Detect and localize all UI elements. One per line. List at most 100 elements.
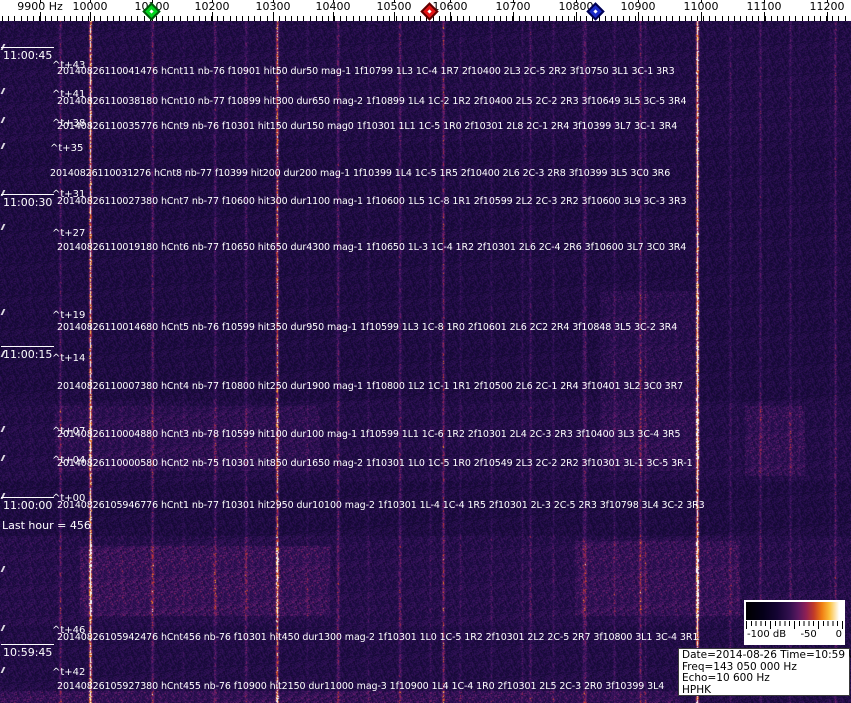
freq-major-tick [576,12,577,21]
freq-minor-tick [327,16,329,21]
freq-minor-tick [284,16,286,21]
freq-minor-tick [721,16,723,21]
freq-top-tick [513,0,514,3]
freq-minor-tick [653,16,655,21]
freq-minor-tick [795,16,797,21]
freq-minor-tick [549,16,551,21]
freq-minor-tick [358,16,360,21]
db-mid-label: -50 [800,629,817,640]
freq-minor-tick [807,16,809,21]
freq-minor-tick [518,16,520,21]
freq-minor-tick [407,16,409,21]
freq-minor-tick [88,16,90,21]
freq-top-tick [638,0,639,3]
freq-minor-tick [420,16,422,21]
freq-minor-tick [383,16,385,21]
freq-minor-tick [291,16,293,21]
db-color-scale-legend: -100 dB -50 0 [744,600,845,645]
freq-minor-tick [672,16,674,21]
marker-center-dot [593,9,598,14]
freq-minor-tick [690,16,692,21]
db-gradient-bar [746,602,843,620]
freq-minor-tick [371,16,372,21]
freq-minor-tick [223,16,225,21]
freq-minor-tick [524,16,526,21]
freq-major-tick [827,12,828,21]
freq-minor-tick [776,16,778,21]
freq-minor-tick [137,16,139,21]
info-date-time: Date=2014-08-26 Time=10:59 UTC [682,649,851,661]
freq-minor-tick [155,16,157,21]
freq-minor-tick [414,16,415,21]
freq-minor-tick [819,16,821,21]
freq-minor-tick [463,16,465,21]
freq-minor-tick [457,16,459,21]
freq-minor-tick [20,16,22,21]
freq-minor-tick [696,16,698,21]
freq-minor-tick [617,16,618,21]
freq-minor-tick [229,16,231,21]
freq-minor-tick [198,16,200,21]
freq-major-tick [394,12,395,21]
db-scale-labels: -100 dB -50 0 [745,629,844,643]
freq-minor-tick [537,16,538,21]
freq-top-tick [827,0,828,3]
freq-minor-tick [14,16,16,21]
freq-major-tick [764,12,765,21]
freq-minor-tick [174,16,176,21]
freq-minor-tick [75,16,77,21]
freq-minor-tick [112,16,114,21]
freq-minor-tick [740,16,741,21]
freq-minor-tick [205,16,206,21]
freq-minor-tick [783,16,784,21]
info-station: HPHK [682,683,712,696]
freq-minor-tick [340,16,342,21]
freq-top-tick [450,0,451,3]
freq-minor-tick [647,16,649,21]
freq-minor-tick [610,16,612,21]
freq-minor-tick [377,16,379,21]
freq-minor-tick [352,16,354,21]
freq-minor-tick [666,16,668,21]
freq-minor-tick [487,16,489,21]
freq-major-tick [701,12,702,21]
freq-minor-tick [684,16,686,21]
freq-minor-tick [832,16,834,21]
freq-minor-tick [2,16,3,21]
status-info-box: Date=2014-08-26 Time=10:59 UTC Freq=143 … [678,648,851,696]
freq-minor-tick [789,16,791,21]
freq-minor-tick [303,16,305,21]
freq-minor-tick [278,16,280,21]
freq-minor-tick [678,16,680,21]
freq-minor-tick [770,16,772,21]
freq-major-tick [212,12,213,21]
freq-major-tick [450,12,451,21]
freq-minor-tick [131,16,133,21]
marker-center-dot [149,9,154,14]
freq-minor-tick [733,16,735,21]
freq-minor-tick [586,16,588,21]
freq-minor-tick [161,16,163,21]
freq-minor-tick [235,16,237,21]
freq-minor-tick [604,16,606,21]
freq-major-tick [333,12,334,21]
freq-minor-tick [260,16,262,21]
freq-minor-tick [543,16,545,21]
freq-minor-tick [709,16,711,21]
freq-minor-tick [629,16,631,21]
freq-minor-tick [469,16,471,21]
freq-minor-tick [118,16,120,21]
freq-minor-tick [297,16,299,21]
freq-minor-tick [475,16,477,21]
freq-top-tick [701,0,702,3]
freq-minor-tick [346,16,348,21]
freq-minor-tick [217,16,219,21]
freq-minor-tick [715,16,717,21]
freq-minor-tick [168,16,170,21]
freq-minor-tick [309,16,311,21]
freq-minor-tick [746,16,748,21]
freq-minor-tick [315,16,317,21]
freq-minor-tick [580,16,582,21]
freq-minor-tick [143,16,145,21]
freq-minor-tick [254,16,256,21]
